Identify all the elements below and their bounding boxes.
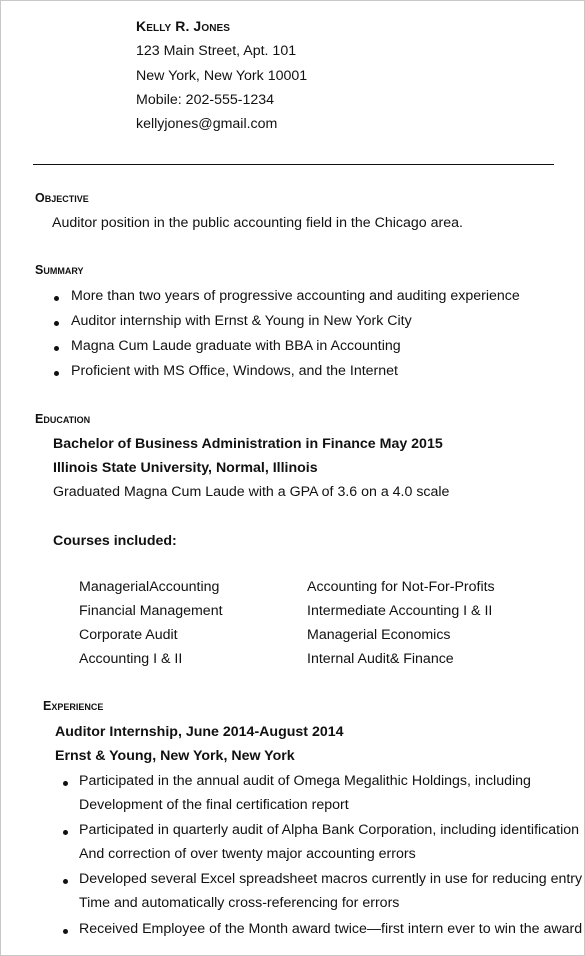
phone-number: Mobile: 202-555-1234 bbox=[136, 92, 275, 108]
bullet-icon bbox=[63, 879, 68, 884]
experience-item-continuation: Development of the final certification r… bbox=[79, 797, 349, 813]
bullet-icon bbox=[63, 830, 68, 835]
experience-item: Developed several Excel spreadsheet macr… bbox=[79, 871, 583, 887]
bullet-icon bbox=[63, 929, 68, 934]
courses-heading: Courses included: bbox=[53, 533, 177, 549]
address-line-1: 123 Main Street, Apt. 101 bbox=[136, 43, 297, 59]
experience-item: Participated in quarterly audit of Alpha… bbox=[79, 822, 580, 838]
experience-item: Participated in the annual audit of Omeg… bbox=[79, 773, 531, 789]
summary-item: Auditor internship with Ernst & Young in… bbox=[71, 313, 412, 329]
objective-heading: Objective bbox=[35, 191, 89, 205]
summary-item: Proficient with MS Office, Windows, and … bbox=[71, 363, 398, 379]
course-item: Managerial Economics bbox=[307, 627, 451, 643]
employer: Ernst & Young, New York, New York bbox=[55, 748, 295, 764]
education-heading: Education bbox=[35, 412, 91, 426]
bullet-icon bbox=[54, 321, 59, 326]
degree: Bachelor of Business Administration in F… bbox=[53, 436, 443, 452]
school: Illinois State University, Normal, Illin… bbox=[53, 460, 318, 476]
bullet-icon bbox=[54, 371, 59, 376]
experience-item-continuation: And correction of over twenty major acco… bbox=[79, 846, 416, 862]
course-item: ManagerialAccounting bbox=[79, 579, 220, 595]
candidate-name: Kelly R. Jones bbox=[136, 18, 231, 34]
bullet-icon bbox=[63, 781, 68, 786]
experience-item: Received Employee of the Month award twi… bbox=[79, 921, 583, 937]
email-address: kellyjones@gmail.com bbox=[136, 116, 278, 132]
job-title: Auditor Internship, June 2014-August 201… bbox=[55, 724, 344, 740]
course-item: Intermediate Accounting I & II bbox=[307, 603, 493, 619]
objective-text: Auditor position in the public accountin… bbox=[52, 215, 463, 231]
experience-heading: Experience bbox=[43, 699, 104, 713]
bullet-icon bbox=[54, 296, 59, 301]
header-divider bbox=[33, 164, 554, 165]
course-item: Accounting I & II bbox=[79, 651, 183, 667]
bullet-icon bbox=[54, 346, 59, 351]
summary-heading: Summary bbox=[35, 263, 84, 277]
course-item: Internal Audit& Finance bbox=[307, 651, 454, 667]
course-item: Corporate Audit bbox=[79, 627, 178, 643]
summary-item: Magna Cum Laude graduate with BBA in Acc… bbox=[71, 338, 401, 354]
summary-item: More than two years of progressive accou… bbox=[71, 288, 520, 304]
resume-page: Kelly R. Jones 123 Main Street, Apt. 101… bbox=[0, 0, 585, 956]
address-line-2: New York, New York 10001 bbox=[136, 68, 308, 84]
course-item: Financial Management bbox=[79, 603, 223, 619]
experience-item-continuation: Time and automatically cross-referencing… bbox=[79, 895, 400, 911]
honors: Graduated Magna Cum Laude with a GPA of … bbox=[53, 484, 450, 500]
course-item: Accounting for Not-For-Profits bbox=[307, 579, 495, 595]
